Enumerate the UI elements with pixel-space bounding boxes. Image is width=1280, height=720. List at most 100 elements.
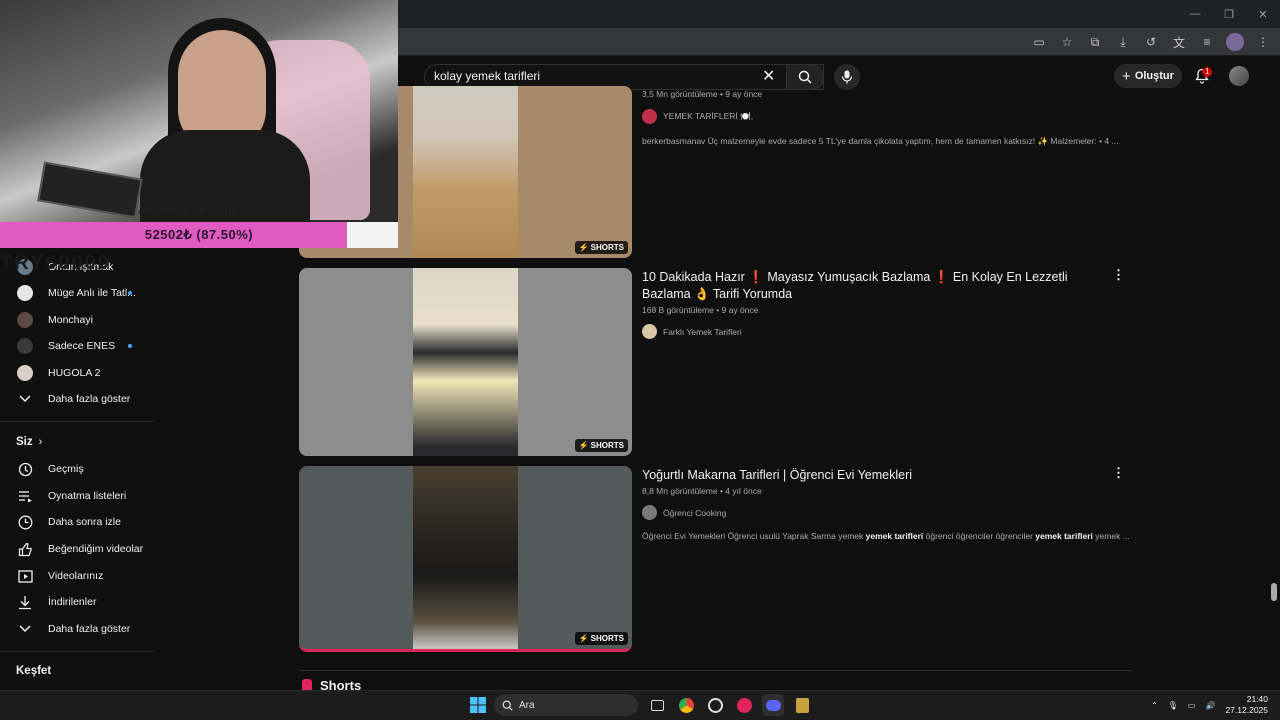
display-icon[interactable]: ▭ (1188, 701, 1196, 710)
sidebar-item-watch-later[interactable]: Daha sonra izle (0, 509, 160, 535)
show-more-subscriptions-button[interactable]: Daha fazla göster (0, 386, 160, 412)
more-options-icon[interactable]: ⋮ (1112, 465, 1125, 481)
discord-icon[interactable] (762, 694, 784, 716)
thumbnail-image (413, 268, 518, 456)
extensions-icon[interactable]: ⧉ (1086, 33, 1104, 51)
channel-name: Farklı Yemek Tarifleri (663, 326, 742, 337)
shorts-badge: ⚡ SHORTS (574, 241, 628, 254)
profile-icon[interactable] (1226, 33, 1244, 51)
channel-avatar (17, 365, 33, 381)
sidebar-item-history[interactable]: Geçmiş (0, 456, 160, 482)
more-options-icon[interactable]: ⋮ (1112, 267, 1125, 283)
sidebar-item-subscription[interactable]: Sadece ENES (0, 333, 160, 359)
sidebar-item-label: Daha sonra izle (48, 516, 121, 528)
translate-icon[interactable]: 文 (1170, 33, 1188, 51)
lightning-icon: ⚡ (578, 441, 589, 450)
sidebar-item-liked-videos[interactable]: Beğendiğim videolar (0, 536, 160, 562)
maximize-button[interactable]: ❐ (1212, 0, 1246, 28)
search-icon (502, 700, 513, 711)
sidebar-item-label: Geçmiş (48, 463, 84, 475)
clear-search-icon[interactable]: ✕ (762, 66, 775, 86)
video-title[interactable]: 10 Dakikada Hazır ❗ Mayasız Yumuşacık Ba… (642, 269, 1102, 303)
media-app-icon[interactable] (733, 694, 755, 716)
sidebar-divider (0, 651, 154, 652)
sidebar-item-label: Daha fazla göster (48, 393, 131, 405)
obs-icon[interactable] (704, 694, 726, 716)
channel-avatar (17, 285, 33, 301)
sidebar-item-subscription[interactable]: Monchayi (0, 307, 160, 333)
donation-goal-target: TRY60000 (0, 252, 111, 274)
task-view-icon[interactable] (646, 694, 668, 716)
lightning-icon: ⚡ (578, 243, 589, 252)
sidebar-item-label: Müge Anlı ile Tatl... (48, 287, 136, 299)
minimize-button[interactable]: — (1178, 0, 1212, 28)
chevron-down-icon (17, 621, 33, 637)
close-window-button[interactable]: ✕ (1246, 0, 1280, 28)
toolbar-icons: ▭ ☆ ⧉ ⤓ ↺ 文 ≡ ⋮ (1030, 30, 1272, 54)
downloads-icon (17, 594, 33, 610)
video-thumbnail[interactable]: ⚡ SHORTS (299, 466, 632, 652)
thumbnail-image (413, 86, 518, 258)
microphone-icon[interactable]: 🎙 (1168, 701, 1178, 710)
menu-icon[interactable]: ⋮ (1254, 33, 1272, 51)
desc-text: yemek ... (1092, 531, 1130, 541)
video-title[interactable]: Yoğurtlı Makarna Tarifleri | Öğrenci Evi… (642, 467, 1102, 484)
create-label: Oluştur (1134, 70, 1174, 82)
voice-search-button[interactable] (834, 64, 860, 90)
channel-avatar (642, 505, 657, 520)
channel-avatar (17, 312, 33, 328)
history-icon[interactable]: ↺ (1142, 33, 1160, 51)
desc-highlight: yemek tarifleri (1035, 531, 1093, 541)
tab-search-icon[interactable]: ≡ (1198, 33, 1216, 51)
video-description: berkerbasmanav Üç malzemeyle evde sadece… (642, 136, 1119, 146)
desc-text: Öğrenci Evi Yemekleri Öğrenci usulü Yapr… (642, 531, 866, 541)
you-section-heading[interactable]: Siz › (16, 436, 42, 448)
channel-avatar (17, 338, 33, 354)
game-app-icon[interactable] (791, 694, 813, 716)
shorts-badge: ⚡ SHORTS (574, 439, 628, 452)
windows-logo-icon (470, 697, 486, 713)
plus-icon: + (1122, 67, 1131, 85)
sidebar-item-subscription[interactable]: HUGOLA 2 (0, 360, 160, 386)
avatar[interactable] (1229, 66, 1249, 86)
clock-time: 21:40 (1246, 694, 1268, 704)
clock-date: 27.12.2025 (1225, 705, 1268, 715)
star-icon[interactable]: ☆ (1058, 33, 1076, 51)
sidebar-item-label: Videolarınız (48, 570, 104, 582)
taskbar-search-label: Ara (519, 699, 535, 711)
desc-highlight: yemek tarifleri (865, 531, 924, 541)
taskbar-search[interactable]: Ara (494, 694, 638, 716)
show-more-you-button[interactable]: Daha fazla göster (0, 616, 160, 642)
sidebar-item-your-videos[interactable]: Videolarınız (0, 563, 160, 589)
scrollbar-thumb[interactable] (1271, 583, 1277, 601)
your-videos-icon (17, 568, 33, 584)
channel-link[interactable]: Farklı Yemek Tarifleri (642, 324, 742, 339)
channel-link[interactable]: YEMEK TARİFLERİ 🍽️, (642, 109, 753, 124)
chrome-icon[interactable] (675, 694, 697, 716)
chevron-up-icon[interactable]: ⌃ (1151, 701, 1158, 710)
volume-icon[interactable]: 🔊 (1205, 701, 1215, 710)
sidebar-item-label: İndirilenler (48, 596, 97, 608)
shorts-badge: ⚡ SHORTS (574, 632, 628, 645)
badge-label: SHORTS (590, 441, 624, 450)
thumbnail-image (413, 466, 518, 649)
sidebar-item-downloads[interactable]: İndirilenler (0, 589, 160, 615)
channel-name: Öğrenci Cooking (663, 507, 727, 518)
search-icon (798, 70, 812, 84)
start-button[interactable] (467, 694, 489, 716)
video-thumbnail[interactable]: ⚡ SHORTS (299, 268, 632, 456)
search-button[interactable] (786, 64, 824, 90)
cast-icon[interactable]: ▭ (1030, 33, 1048, 51)
clock[interactable]: 21:40 27.12.2025 (1225, 694, 1268, 716)
donation-goal-text: 52502₺ (87.50%) (144, 227, 254, 242)
channel-avatar (642, 324, 657, 339)
sidebar-item-playlists[interactable]: Oynatma listeleri (0, 483, 160, 509)
window-controls: — ❐ ✕ (1178, 0, 1280, 28)
sidebar-item-subscription[interactable]: Müge Anlı ile Tatl... (0, 280, 160, 306)
search-query-text[interactable]: kolay yemek tarifleri (434, 69, 540, 83)
create-button[interactable]: + Oluştur (1114, 64, 1182, 88)
channel-link[interactable]: Öğrenci Cooking (642, 505, 726, 520)
download-icon[interactable]: ⤓ (1114, 33, 1132, 51)
video-meta: 168 B görüntüleme • 9 ay önce (642, 305, 759, 315)
sidebar-item-label: Daha fazla göster (48, 623, 131, 635)
